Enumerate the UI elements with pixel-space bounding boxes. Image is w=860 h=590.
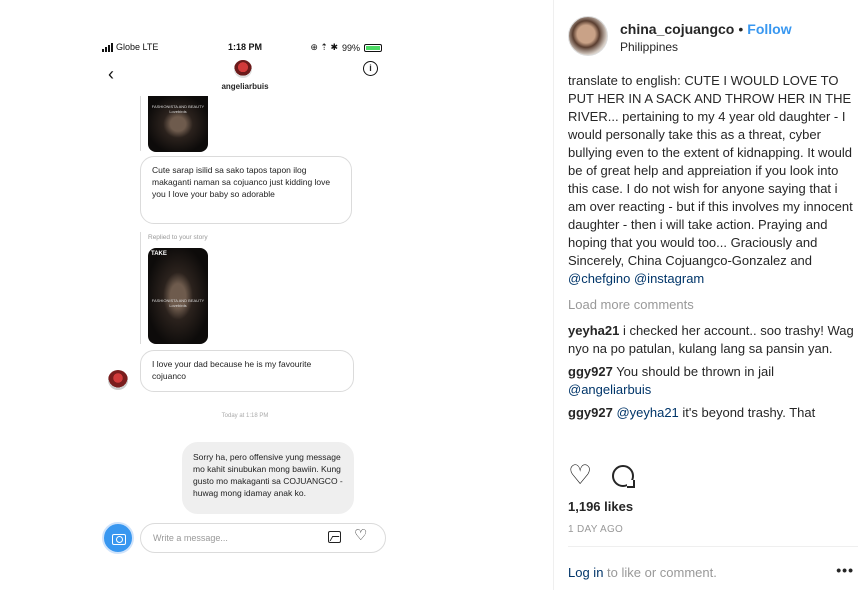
comment-icon[interactable]	[612, 465, 635, 488]
likes-count[interactable]: 1,196 likes	[568, 499, 633, 514]
camera-icon[interactable]	[102, 522, 134, 554]
replied-label: Replied to your story	[148, 234, 208, 241]
comment-username[interactable]: ggy927	[568, 405, 613, 420]
story-thumbnail[interactable]: FASHIONISTA AND BEAUTY Lovebirds	[148, 96, 208, 152]
post-actions: ♡	[568, 462, 858, 490]
mention-link[interactable]: @angeliarbuis	[568, 382, 651, 397]
timestamp-divider: Today at 1:18 PM	[221, 413, 269, 419]
chat-header: ‹ angeliarbuis i	[100, 58, 390, 98]
info-icon[interactable]: i	[363, 61, 378, 76]
comment-username[interactable]: yeyha21	[568, 323, 619, 338]
comments-list[interactable]: translate to english: CUTE I WOULD LOVE …	[568, 72, 858, 457]
post-sidebar: china_cojuangco • Follow Philippines trans…	[553, 0, 860, 590]
comment: ggy927 @yeyha21 it's beyond trashy. That	[568, 405, 816, 420]
battery-icon	[364, 43, 382, 52]
story-caption: FASHIONISTA AND BEAUTY Lovebirds	[151, 104, 205, 114]
more-options-icon[interactable]: •••	[836, 562, 854, 578]
message-input[interactable]: Write a message...	[140, 523, 386, 553]
load-more-comments-button[interactable]: Load more comments	[568, 296, 858, 314]
like-heart-icon[interactable]: ♡	[568, 462, 592, 489]
comment: yeyha21 i checked her account.. soo tras…	[568, 323, 854, 356]
status-bar: Globe LTE 1:18 PM ⊕ ⇡ ✱ 99%	[100, 38, 390, 58]
follow-button[interactable]: Follow	[747, 21, 791, 37]
comment: ggy927 You should be thrown in jail @ang…	[568, 364, 774, 397]
story-tag: TAKE	[151, 251, 167, 257]
divider	[568, 546, 858, 547]
post-caption: translate to english: CUTE I WOULD LOVE …	[568, 73, 853, 286]
login-link[interactable]: Log in	[568, 565, 603, 580]
mention-link[interactable]: @chefgino	[568, 271, 630, 286]
sender-avatar	[108, 370, 128, 390]
story-caption: FASHIONISTA AND BEAUTY Lovebirds	[151, 298, 205, 308]
reply-line	[140, 96, 141, 151]
separator-dot: •	[738, 21, 744, 37]
message-bubble: Cute sarap isilid sa sako tapos tapon il…	[140, 156, 352, 224]
sent-message-bubble: Sorry ha, pero offensive yung message mo…	[182, 442, 354, 514]
post-username[interactable]: china_cojuangco	[620, 21, 734, 37]
post-location[interactable]: Philippines	[620, 40, 678, 54]
mention-link[interactable]: @yeyha21	[616, 405, 678, 420]
message-composer: Write a message... ♡	[102, 522, 388, 554]
image-icon[interactable]	[328, 531, 341, 543]
chat-screenshot: Globe LTE 1:18 PM ⊕ ⇡ ✱ 99% ‹ angeliarbu…	[100, 38, 390, 558]
battery-percent: 99%	[341, 42, 360, 53]
post-date[interactable]: 1 DAY AGO	[568, 524, 623, 535]
avatar[interactable]	[568, 16, 608, 56]
comment-username[interactable]: ggy927	[568, 364, 613, 379]
mention-link[interactable]: @instagram	[634, 271, 704, 286]
heart-icon[interactable]: ♡	[354, 528, 367, 544]
reply-line	[140, 232, 141, 344]
avatar	[234, 60, 252, 78]
story-thumbnail[interactable]: TAKE FASHIONISTA AND BEAUTY Lovebirds	[148, 248, 208, 344]
login-prompt: Log in to like or comment.	[568, 565, 717, 580]
status-icons: ⊕ ⇡ ✱	[310, 42, 338, 52]
chat-username: angeliarbuis	[221, 82, 269, 91]
message-bubble: I love your dad because he is my favouri…	[140, 350, 354, 392]
